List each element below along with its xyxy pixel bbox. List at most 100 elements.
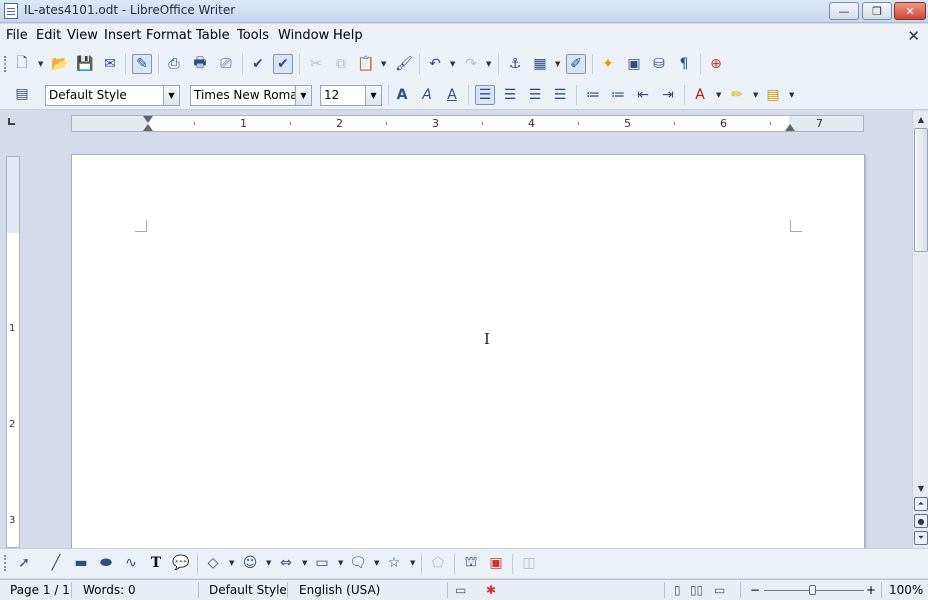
- book-view-icon[interactable]: ▭: [714, 583, 725, 597]
- restore-button[interactable]: ❐: [862, 2, 892, 20]
- zoom-slider-knob[interactable]: [809, 585, 816, 595]
- language-status[interactable]: English (USA): [299, 583, 380, 597]
- rectangle-icon[interactable]: ▬: [71, 553, 91, 573]
- scroll-down-icon[interactable]: ▼: [914, 481, 928, 495]
- align-left-icon[interactable]: ☰: [475, 85, 495, 105]
- background-color-icon[interactable]: ▤: [763, 85, 783, 105]
- menu-table[interactable]: Table: [196, 28, 230, 43]
- word-count[interactable]: Words: 0: [83, 583, 136, 597]
- minimize-button[interactable]: —: [829, 2, 859, 20]
- print-preview-icon[interactable]: ⎚: [216, 54, 236, 74]
- print-icon[interactable]: 🖶: [190, 54, 210, 74]
- callouts-dropdown-icon[interactable]: ▼: [374, 553, 381, 573]
- zoom-in-button[interactable]: +: [866, 583, 876, 597]
- underline-icon[interactable]: A: [442, 85, 462, 105]
- data-sources-icon[interactable]: ⛁: [649, 54, 669, 74]
- first-line-indent-marker[interactable]: [143, 116, 153, 123]
- spellcheck-icon[interactable]: ✔: [248, 54, 268, 74]
- font-name-select[interactable]: Times New Roman ▼: [190, 85, 312, 106]
- hyperlink-icon[interactable]: ⚓: [505, 54, 525, 74]
- vertical-scrollbar[interactable]: ▲ ▼ ⏶ ● ⏷: [912, 111, 928, 548]
- line-icon[interactable]: ╱: [46, 553, 66, 573]
- text-box-icon[interactable]: T: [146, 553, 166, 573]
- toolbar-grip[interactable]: [4, 56, 7, 72]
- paste-dropdown-icon[interactable]: ▼: [381, 54, 388, 74]
- freeform-line-icon[interactable]: ∿: [121, 553, 141, 573]
- paragraph-style-select[interactable]: Default Style ▼: [45, 85, 180, 106]
- gallery-icon[interactable]: ▣: [624, 54, 644, 74]
- single-page-view-icon[interactable]: ▯: [674, 583, 681, 597]
- zoom-out-button[interactable]: −: [750, 583, 760, 597]
- edit-mode-icon[interactable]: ✎: [132, 54, 152, 74]
- navigator-icon[interactable]: ✦: [598, 54, 618, 74]
- copy-icon[interactable]: ⧉: [331, 54, 351, 74]
- symbol-shapes-icon[interactable]: ☺: [240, 553, 260, 573]
- align-right-icon[interactable]: ☰: [525, 85, 545, 105]
- select-arrow-icon[interactable]: ➚: [14, 553, 34, 573]
- navigation-icon[interactable]: ●: [914, 514, 928, 528]
- decrease-indent-icon[interactable]: ⇤: [633, 85, 653, 105]
- horizontal-ruler[interactable]: 1 2 3 4 5 6 7: [71, 115, 864, 132]
- background-color-dropdown-icon[interactable]: ▼: [789, 85, 796, 105]
- undo-icon[interactable]: ↶: [425, 54, 445, 74]
- extrusion-icon[interactable]: ◫: [519, 553, 539, 573]
- redo-dropdown-icon[interactable]: ▼: [486, 54, 493, 74]
- menu-file[interactable]: File: [6, 28, 28, 43]
- show-draw-functions-icon[interactable]: ✐: [566, 54, 586, 74]
- flowchart-dropdown-icon[interactable]: ▼: [338, 553, 345, 573]
- menu-view[interactable]: View: [67, 28, 98, 43]
- basic-shapes-icon[interactable]: ◇: [203, 553, 223, 573]
- chevron-down-icon[interactable]: ▼: [295, 86, 311, 105]
- stars-icon[interactable]: ☆: [384, 553, 404, 573]
- document-modified-icon[interactable]: ✱: [486, 583, 496, 597]
- scroll-up-icon[interactable]: ▲: [914, 112, 928, 126]
- chevron-down-icon[interactable]: ▼: [365, 86, 381, 105]
- undo-dropdown-icon[interactable]: ▼: [450, 54, 457, 74]
- highlighting-icon[interactable]: ✏: [727, 85, 747, 105]
- insert-mode-icon[interactable]: ▭: [455, 583, 466, 597]
- cut-icon[interactable]: ✂: [306, 54, 326, 74]
- toolbar-grip[interactable]: [4, 555, 7, 571]
- flowchart-icon[interactable]: ▭: [312, 553, 332, 573]
- close-document-icon[interactable]: ✕: [907, 27, 920, 45]
- highlighting-dropdown-icon[interactable]: ▼: [753, 85, 760, 105]
- chevron-down-icon[interactable]: ▼: [163, 86, 179, 105]
- save-icon[interactable]: 💾: [75, 54, 95, 74]
- tab-type-icon[interactable]: [8, 118, 15, 125]
- help-icon[interactable]: ⊕: [706, 54, 726, 74]
- increase-indent-icon[interactable]: ⇥: [658, 85, 678, 105]
- justify-icon[interactable]: ☰: [550, 85, 570, 105]
- email-icon[interactable]: ✉: [100, 54, 120, 74]
- table-icon[interactable]: ▦: [530, 54, 550, 74]
- block-arrows-dropdown-icon[interactable]: ▼: [302, 553, 309, 573]
- previous-page-icon[interactable]: ⏶: [914, 497, 928, 511]
- symbol-shapes-dropdown-icon[interactable]: ▼: [266, 553, 273, 573]
- table-dropdown-icon[interactable]: ▼: [555, 54, 562, 74]
- bullets-icon[interactable]: ≔: [608, 85, 628, 105]
- clone-formatting-icon[interactable]: 🖌: [394, 54, 414, 74]
- basic-shapes-dropdown-icon[interactable]: ▼: [229, 553, 236, 573]
- document-page[interactable]: I: [71, 154, 865, 548]
- align-center-icon[interactable]: ☰: [500, 85, 520, 105]
- autospellcheck-icon[interactable]: ✔: [273, 54, 293, 74]
- formatting-marks-icon[interactable]: ¶: [674, 54, 694, 74]
- bold-icon[interactable]: A: [392, 85, 412, 105]
- italic-icon[interactable]: A: [417, 85, 437, 105]
- close-window-button[interactable]: ✕: [894, 2, 926, 20]
- new-dropdown-icon[interactable]: ▼: [38, 54, 45, 74]
- block-arrows-icon[interactable]: ⇔: [276, 553, 296, 573]
- menu-help[interactable]: Help: [333, 28, 363, 43]
- stars-dropdown-icon[interactable]: ▼: [410, 553, 417, 573]
- font-color-icon[interactable]: A: [690, 85, 710, 105]
- points-icon[interactable]: ⬠: [428, 553, 448, 573]
- menu-window[interactable]: Window: [278, 28, 329, 43]
- left-indent-marker[interactable]: [143, 124, 153, 131]
- new-document-icon[interactable]: 🗋: [12, 54, 32, 74]
- paste-icon[interactable]: 📋: [356, 54, 376, 74]
- callout-icon[interactable]: 💬: [171, 553, 191, 573]
- scrollbar-thumb[interactable]: [914, 128, 928, 252]
- export-pdf-icon[interactable]: ⎙: [164, 54, 184, 74]
- menu-format[interactable]: Format: [146, 28, 192, 43]
- zoom-level[interactable]: 100%: [889, 583, 923, 597]
- styles-formatting-icon[interactable]: ▤: [12, 84, 32, 104]
